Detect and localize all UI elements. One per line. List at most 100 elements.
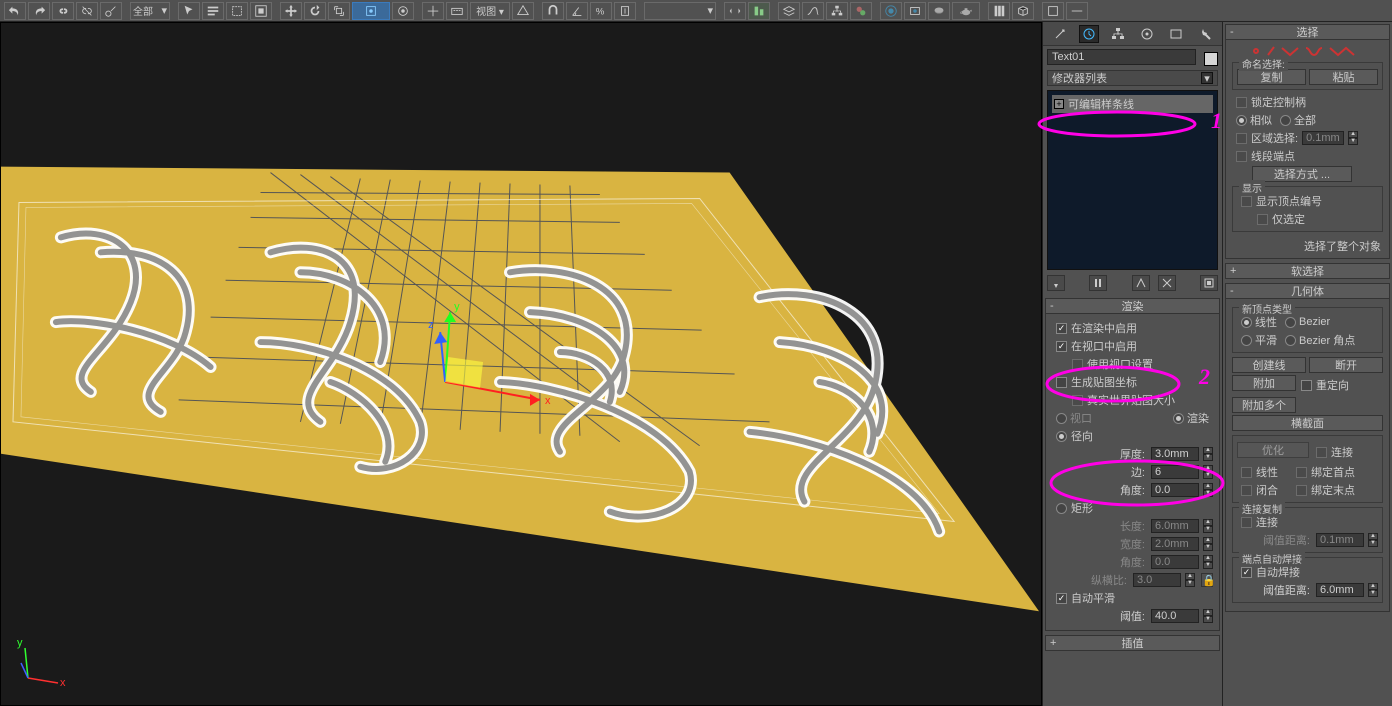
select-name-button[interactable] <box>202 2 224 20</box>
select-rect-button[interactable] <box>226 2 248 20</box>
checkbox[interactable] <box>1056 323 1067 334</box>
teapot-large[interactable] <box>952 2 980 20</box>
auto-weld-row[interactable]: 自动焊接 <box>1237 564 1378 580</box>
layer-button[interactable] <box>778 2 800 20</box>
tab-hierarchy[interactable] <box>1108 25 1128 43</box>
keyboard-button[interactable] <box>446 2 468 20</box>
modifier-list-dropdown[interactable]: 修改器列表 ▾ <box>1047 70 1218 86</box>
object-name-field[interactable]: Text01 <box>1047 49 1196 65</box>
viewport-mode-radio[interactable]: 视口 <box>1056 410 1092 426</box>
object-color-swatch[interactable] <box>1204 52 1218 66</box>
linear-radio[interactable]: 线性 <box>1241 314 1277 330</box>
render-button[interactable] <box>928 2 950 20</box>
material-editor[interactable] <box>850 2 872 20</box>
spinner-arrows[interactable]: ▲▼ <box>1203 483 1213 497</box>
misc1[interactable] <box>1042 2 1064 20</box>
rollout-soft-selection-header[interactable]: +软选择 <box>1225 263 1390 279</box>
select-manip-button[interactable] <box>422 2 444 20</box>
tab-modify[interactable] <box>1079 25 1099 43</box>
threshold-spinner[interactable]: 阈值:40.0▲▼ <box>1052 608 1213 624</box>
rollout-interpolation-header[interactable]: + 插值 <box>1045 635 1220 651</box>
radio[interactable] <box>1056 413 1067 424</box>
sides-input[interactable]: 6 <box>1151 465 1199 479</box>
rollout-rendering-header[interactable]: - 渲染 <box>1045 298 1220 314</box>
enable-in-viewport-row[interactable]: 在视口中启用 <box>1052 338 1213 354</box>
sel-filter[interactable]: 全部▾ <box>130 2 170 20</box>
lock-icon[interactable]: 🔒 <box>1201 573 1213 587</box>
view-button[interactable]: 视图 ▾ <box>470 2 510 20</box>
rotate-button[interactable] <box>304 2 326 20</box>
spinner-snap[interactable] <box>614 2 636 20</box>
gen-map-coords-row[interactable]: 生成贴图坐标 <box>1052 374 1213 390</box>
misc2[interactable] <box>1066 2 1088 20</box>
cross-section-button[interactable]: 横截面 <box>1232 415 1383 431</box>
thickness-spinner[interactable]: 厚度:3.0mm▲▼ <box>1052 446 1213 462</box>
select-by-button[interactable]: 选择方式 ... <box>1252 166 1352 182</box>
angle-snap[interactable] <box>566 2 588 20</box>
persp-cube-button[interactable] <box>1012 2 1034 20</box>
copy-button[interactable]: 复制 <box>1237 69 1306 85</box>
checkbox[interactable] <box>1056 341 1067 352</box>
bezier-radio[interactable]: Bezier <box>1285 314 1330 330</box>
checkbox[interactable] <box>1056 377 1067 388</box>
all-radio[interactable]: 全部 <box>1280 112 1316 128</box>
reorient-row[interactable]: 重定向 <box>1299 377 1383 393</box>
mirror-button[interactable] <box>724 2 746 20</box>
rect-radio-row[interactable]: 矩形 <box>1052 500 1213 516</box>
render-setup[interactable] <box>880 2 902 20</box>
rollout-selection-header[interactable]: -选择 <box>1225 24 1390 40</box>
tab-utilities[interactable] <box>1195 25 1215 43</box>
checkbox[interactable] <box>1056 593 1067 604</box>
radial-radio-row[interactable]: 径向 <box>1052 428 1213 444</box>
pin-stack-button[interactable] <box>1047 275 1065 291</box>
radio[interactable] <box>1173 413 1184 424</box>
named-sel-drop[interactable]: ▾ <box>644 2 716 20</box>
sides-spinner[interactable]: 边:6▲▼ <box>1052 464 1213 480</box>
bezier-corner-radio[interactable]: Bezier 角点 <box>1285 332 1355 348</box>
angle-spinner[interactable]: 角度:0.0▲▼ <box>1052 482 1213 498</box>
ref-coord-button[interactable] <box>352 2 390 20</box>
show-end-button[interactable] <box>1089 275 1107 291</box>
snap-toggle[interactable] <box>542 2 564 20</box>
spinner-arrows[interactable]: ▲▼ <box>1203 465 1213 479</box>
percent-snap[interactable]: % <box>590 2 612 20</box>
select-window-button[interactable] <box>250 2 272 20</box>
plus-icon[interactable]: + <box>1054 99 1064 109</box>
radio[interactable] <box>1056 431 1067 442</box>
modifier-stack[interactable]: + 可编辑样条线 <box>1047 90 1218 270</box>
auto-smooth-row[interactable]: 自动平滑 <box>1052 590 1213 606</box>
enable-in-render-row[interactable]: 在渲染中启用 <box>1052 320 1213 336</box>
scale-button[interactable] <box>328 2 350 20</box>
curve-editor[interactable] <box>802 2 824 20</box>
thickness-input[interactable]: 3.0mm <box>1151 447 1199 461</box>
move-button[interactable] <box>280 2 302 20</box>
perspective-viewport[interactable]: x y z x y <box>0 22 1042 706</box>
tab-display[interactable] <box>1166 25 1186 43</box>
render-frame[interactable] <box>904 2 926 20</box>
modifier-stack-item[interactable]: + 可编辑样条线 <box>1052 95 1213 113</box>
similar-radio[interactable]: 相似 <box>1236 112 1272 128</box>
pivot-button[interactable] <box>392 2 414 20</box>
bind-button[interactable] <box>100 2 122 20</box>
angle-input[interactable]: 0.0 <box>1151 483 1199 497</box>
align-button[interactable] <box>748 2 770 20</box>
grid-col-button[interactable] <box>988 2 1010 20</box>
tab-create[interactable] <box>1050 25 1070 43</box>
select-button[interactable] <box>178 2 200 20</box>
undo-button[interactable] <box>4 2 26 20</box>
remove-mod-button[interactable] <box>1158 275 1176 291</box>
break-button[interactable]: 断开 <box>1309 357 1383 373</box>
schematic-button[interactable] <box>826 2 848 20</box>
unlink-button[interactable] <box>76 2 98 20</box>
render-mode-radio[interactable]: 渲染 <box>1173 410 1209 426</box>
tab-motion[interactable] <box>1137 25 1157 43</box>
persp-icon[interactable] <box>512 2 534 20</box>
link-button[interactable] <box>52 2 74 20</box>
paste-button[interactable]: 粘贴 <box>1309 69 1378 85</box>
redo-button[interactable] <box>28 2 50 20</box>
radio[interactable] <box>1056 503 1067 514</box>
spinner-arrows[interactable]: ▲▼ <box>1203 447 1213 461</box>
create-line-button[interactable]: 创建线 <box>1232 357 1306 373</box>
rollout-geometry-header[interactable]: -几何体 <box>1225 283 1390 299</box>
attach-button[interactable]: 附加 <box>1232 375 1296 391</box>
